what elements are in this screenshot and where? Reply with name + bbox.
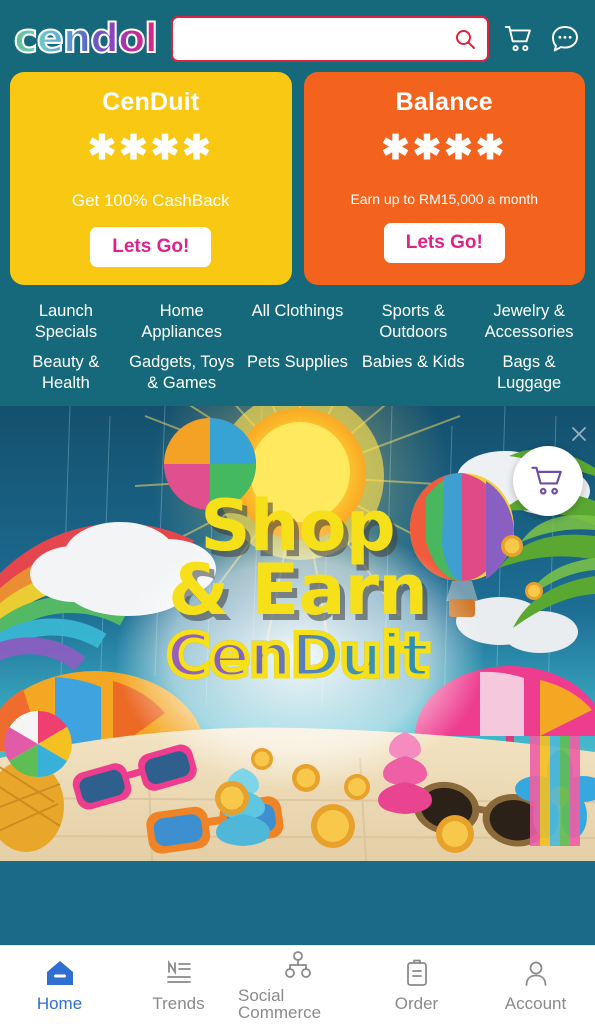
sitemap-icon <box>283 950 313 980</box>
promo-amount-masked: ✱✱✱✱ <box>381 129 508 167</box>
category-item-beauty-health[interactable]: Beauty & Health <box>8 352 124 393</box>
category-item-gadgets-toys-games[interactable]: Gadgets, Toys & Games <box>124 352 240 393</box>
nav-label-order: Order <box>394 994 439 1013</box>
clipboard-icon <box>402 958 432 988</box>
promo-card-row: CenDuit ✱✱✱✱ Get 100% CashBack Lets Go! … <box>0 72 595 285</box>
nav-label-trends: Trends <box>152 994 205 1013</box>
nav-label-home: Home <box>36 994 83 1013</box>
category-grid: Launch Specials Home Appliances All Clot… <box>0 285 595 406</box>
promo-title: Balance <box>395 88 493 116</box>
lets-go-button-cenduit[interactable]: Lets Go! <box>90 227 212 267</box>
close-icon[interactable] <box>569 424 589 444</box>
bottom-navigation: Home Trends Social Commerce Order Accoun… <box>0 945 595 1024</box>
nav-item-trends[interactable]: Trends <box>119 958 238 1012</box>
category-item-babies-kids[interactable]: Babies & Kids <box>355 352 471 373</box>
promo-subtitle: Get 100% CashBack <box>71 191 230 210</box>
category-item-launch-specials[interactable]: Launch Specials <box>8 301 124 342</box>
promo-amount-masked: ✱✱✱✱ <box>87 129 214 167</box>
chat-bubble-icon[interactable] <box>549 23 581 55</box>
promo-card-cenduit[interactable]: CenDuit ✱✱✱✱ Get 100% CashBack Lets Go! <box>10 72 292 285</box>
person-icon <box>521 958 551 988</box>
promo-subtitle: Earn up to RM15,000 a month <box>350 191 539 207</box>
home-icon <box>45 958 75 988</box>
nav-item-order[interactable]: Order <box>357 958 476 1012</box>
lets-go-button-balance[interactable]: Lets Go! <box>383 223 505 263</box>
banner-illustration <box>0 405 595 861</box>
floating-cart-button[interactable] <box>513 445 583 516</box>
search-bar[interactable] <box>171 16 489 62</box>
category-item-jewelry-accessories[interactable]: Jewelry & Accessories <box>471 301 587 342</box>
nav-label-social-commerce: Social Commerce <box>238 985 322 1022</box>
category-item-pets-supplies[interactable]: Pets Supplies <box>240 352 356 373</box>
nav-item-social-commerce[interactable]: Social Commerce <box>238 950 357 1021</box>
shopping-cart-icon <box>531 466 562 495</box>
category-item-sports-outdoors[interactable]: Sports & Outdoors <box>355 301 471 342</box>
category-item-bags-luggage[interactable]: Bags & Luggage <box>471 352 587 393</box>
search-input[interactable] <box>185 30 453 48</box>
promo-card-balance[interactable]: Balance ✱✱✱✱ Earn up to RM15,000 a month… <box>303 72 585 285</box>
nav-item-home[interactable]: Home <box>0 958 119 1012</box>
promo-title: CenDuit <box>102 88 200 116</box>
nav-label-account: Account <box>504 994 567 1013</box>
category-item-home-appliances[interactable]: Home Appliances <box>124 301 240 342</box>
cart-icon[interactable] <box>503 23 535 55</box>
promo-banner[interactable]: Shop & Earn CenDuit <box>0 405 595 945</box>
app-header: cendol <box>0 0 595 72</box>
search-icon[interactable] <box>453 27 477 51</box>
app-root: cendol CenDuit ✱✱✱✱ Get 100% CashBack Le… <box>0 0 595 1024</box>
news-icon <box>164 958 194 988</box>
category-item-all-clothings[interactable]: All Clothings <box>240 301 356 322</box>
nav-item-account[interactable]: Account <box>476 958 595 1012</box>
app-logo[interactable]: cendol <box>13 18 159 60</box>
